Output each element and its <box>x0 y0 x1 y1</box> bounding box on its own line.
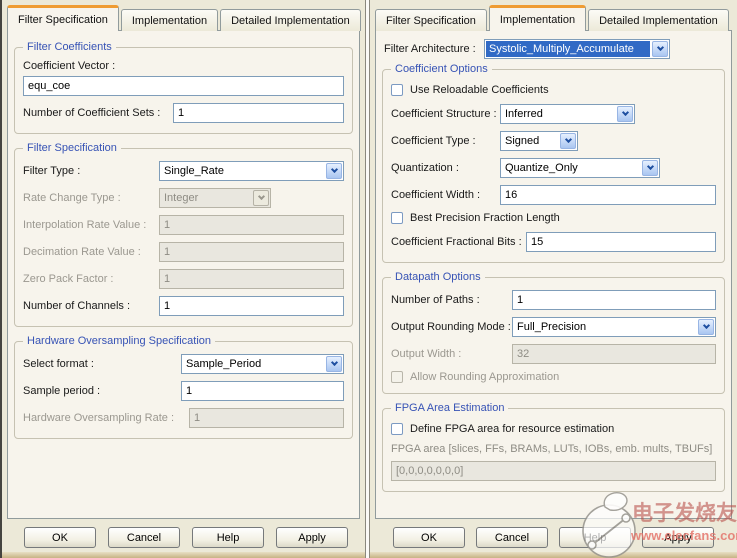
tab-detailed-implementation[interactable]: Detailed Implementation <box>588 9 729 31</box>
group-title: Hardware Oversampling Specification <box>23 335 215 347</box>
filter-architecture-label: Filter Architecture : <box>384 43 484 55</box>
apply-button[interactable]: Apply <box>276 527 348 548</box>
define-fpga-area-checkbox[interactable] <box>391 423 403 435</box>
fpga-area-estimation-group: FPGA Area Estimation Define FPGA area fo… <box>382 408 725 492</box>
right-tab-bar: Filter Specification Implementation Deta… <box>370 0 737 30</box>
chevron-down-icon[interactable] <box>642 160 658 176</box>
screen: Filter Specification Implementation Deta… <box>0 0 737 558</box>
filter-coefficients-group: Filter Coefficients Coefficient Vector :… <box>14 47 353 134</box>
zero-pack-factor-input <box>159 269 344 289</box>
filter-architecture-combobox[interactable]: Systolic_Multiply_Accumulate <box>484 39 670 59</box>
filter-type-label: Filter Type : <box>23 165 159 177</box>
quantization-combobox[interactable]: Quantize_Only <box>500 158 660 178</box>
output-rounding-mode-label: Output Rounding Mode : <box>391 321 512 333</box>
coefficient-sets-input[interactable] <box>173 103 344 123</box>
left-tab-bar: Filter Specification Implementation Deta… <box>2 0 365 30</box>
cancel-button[interactable]: Cancel <box>108 527 180 548</box>
use-reloadable-coefficients-checkbox[interactable] <box>391 84 403 96</box>
chevron-down-icon[interactable] <box>326 163 342 179</box>
apply-button[interactable]: Apply <box>642 527 714 548</box>
ok-button[interactable]: OK <box>393 527 465 548</box>
coefficient-fractional-bits-input[interactable] <box>526 232 716 252</box>
cancel-button[interactable]: Cancel <box>476 527 548 548</box>
datapath-options-group: Datapath Options Number of Paths : Outpu… <box>382 277 725 394</box>
allow-rounding-approximation-label: Allow Rounding Approximation <box>410 371 559 383</box>
filter-type-combobox[interactable]: Single_Rate <box>159 161 344 181</box>
group-title: Filter Coefficients <box>23 41 116 53</box>
coefficient-type-label: Coefficient Type : <box>391 135 500 147</box>
chevron-down-icon[interactable] <box>326 356 342 372</box>
hardware-oversampling-rate-label: Hardware Oversampling Rate : <box>23 412 189 424</box>
fpga-area-fields-label: FPGA area [slices, FFs, BRAMs, LUTs, IOB… <box>391 443 716 455</box>
allow-rounding-approximation-checkbox <box>391 371 403 383</box>
sample-period-label: Sample period : <box>23 385 181 397</box>
best-precision-label: Best Precision Fraction Length <box>410 212 560 224</box>
zero-pack-factor-label: Zero Pack Factor : <box>23 273 159 285</box>
output-width-label: Output Width : <box>391 348 512 360</box>
chevron-down-icon <box>253 190 269 206</box>
help-button[interactable]: Help <box>559 527 631 548</box>
right-button-row: OK Cancel Help Apply <box>370 527 737 548</box>
filter-specification-dialog: Filter Specification Implementation Deta… <box>0 0 366 558</box>
coefficient-fractional-bits-label: Coefficient Fractional Bits : <box>391 236 526 248</box>
use-reloadable-coefficients-label: Use Reloadable Coefficients <box>410 84 549 96</box>
tab-filter-specification[interactable]: Filter Specification <box>375 9 487 31</box>
tab-implementation[interactable]: Implementation <box>489 5 586 31</box>
number-of-paths-label: Number of Paths : <box>391 294 512 306</box>
coefficient-vector-label: Coefficient Vector : <box>23 60 115 72</box>
define-fpga-area-label: Define FPGA area for resource estimation <box>410 423 614 435</box>
dialog-bottom-edge <box>370 552 737 558</box>
help-button[interactable]: Help <box>192 527 264 548</box>
hardware-oversampling-group: Hardware Oversampling Specification Sele… <box>14 341 353 439</box>
left-button-row: OK Cancel Help Apply <box>2 527 365 548</box>
tab-implementation[interactable]: Implementation <box>121 9 218 31</box>
rate-change-type-label: Rate Change Type : <box>23 192 159 204</box>
coefficient-vector-input[interactable] <box>23 76 344 96</box>
best-precision-checkbox[interactable] <box>391 212 403 224</box>
group-title: Coefficient Options <box>391 63 492 75</box>
sample-period-input[interactable] <box>181 381 344 401</box>
coefficient-width-input[interactable] <box>500 185 716 205</box>
quantization-label: Quantization : <box>391 162 500 174</box>
implementation-dialog: Filter Specification Implementation Deta… <box>369 0 737 558</box>
number-of-paths-input[interactable] <box>512 290 716 310</box>
coefficient-structure-combobox[interactable]: Inferred <box>500 104 635 124</box>
chevron-down-icon[interactable] <box>698 319 714 335</box>
fpga-area-input <box>391 461 716 481</box>
dialog-bottom-edge <box>2 552 365 558</box>
output-rounding-mode-combobox[interactable]: Full_Precision <box>512 317 716 337</box>
ok-button[interactable]: OK <box>24 527 96 548</box>
interpolation-rate-label: Interpolation Rate Value : <box>23 219 159 231</box>
chevron-down-icon[interactable] <box>560 133 576 149</box>
rate-change-type-combobox: Integer <box>159 188 271 208</box>
coefficient-options-group: Coefficient Options Use Reloadable Coeff… <box>382 69 725 263</box>
group-title: Datapath Options <box>391 271 485 283</box>
chevron-down-icon[interactable] <box>652 41 668 57</box>
group-title: FPGA Area Estimation <box>391 402 508 414</box>
number-of-channels-label: Number of Channels : <box>23 300 159 312</box>
tab-detailed-implementation[interactable]: Detailed Implementation <box>220 9 361 31</box>
implementation-page: Filter Architecture : Systolic_Multiply_… <box>375 30 732 519</box>
group-title: Filter Specification <box>23 142 121 154</box>
chevron-down-icon[interactable] <box>617 106 633 122</box>
coefficient-structure-label: Coefficient Structure : <box>391 108 500 120</box>
filter-specification-page: Filter Coefficients Coefficient Vector :… <box>7 30 360 519</box>
interpolation-rate-input <box>159 215 344 235</box>
tab-filter-specification[interactable]: Filter Specification <box>7 5 119 31</box>
decimation-rate-input <box>159 242 344 262</box>
decimation-rate-label: Decimation Rate Value : <box>23 246 159 258</box>
coefficient-type-combobox[interactable]: Signed <box>500 131 578 151</box>
coefficient-width-label: Coefficient Width : <box>391 189 500 201</box>
coefficient-sets-label: Number of Coefficient Sets : <box>23 107 173 119</box>
output-width-input <box>512 344 716 364</box>
filter-specification-group: Filter Specification Filter Type : Singl… <box>14 148 353 327</box>
select-format-label: Select format : <box>23 358 181 370</box>
number-of-channels-input[interactable] <box>159 296 344 316</box>
hardware-oversampling-rate-input <box>189 408 344 428</box>
select-format-combobox[interactable]: Sample_Period <box>181 354 344 374</box>
